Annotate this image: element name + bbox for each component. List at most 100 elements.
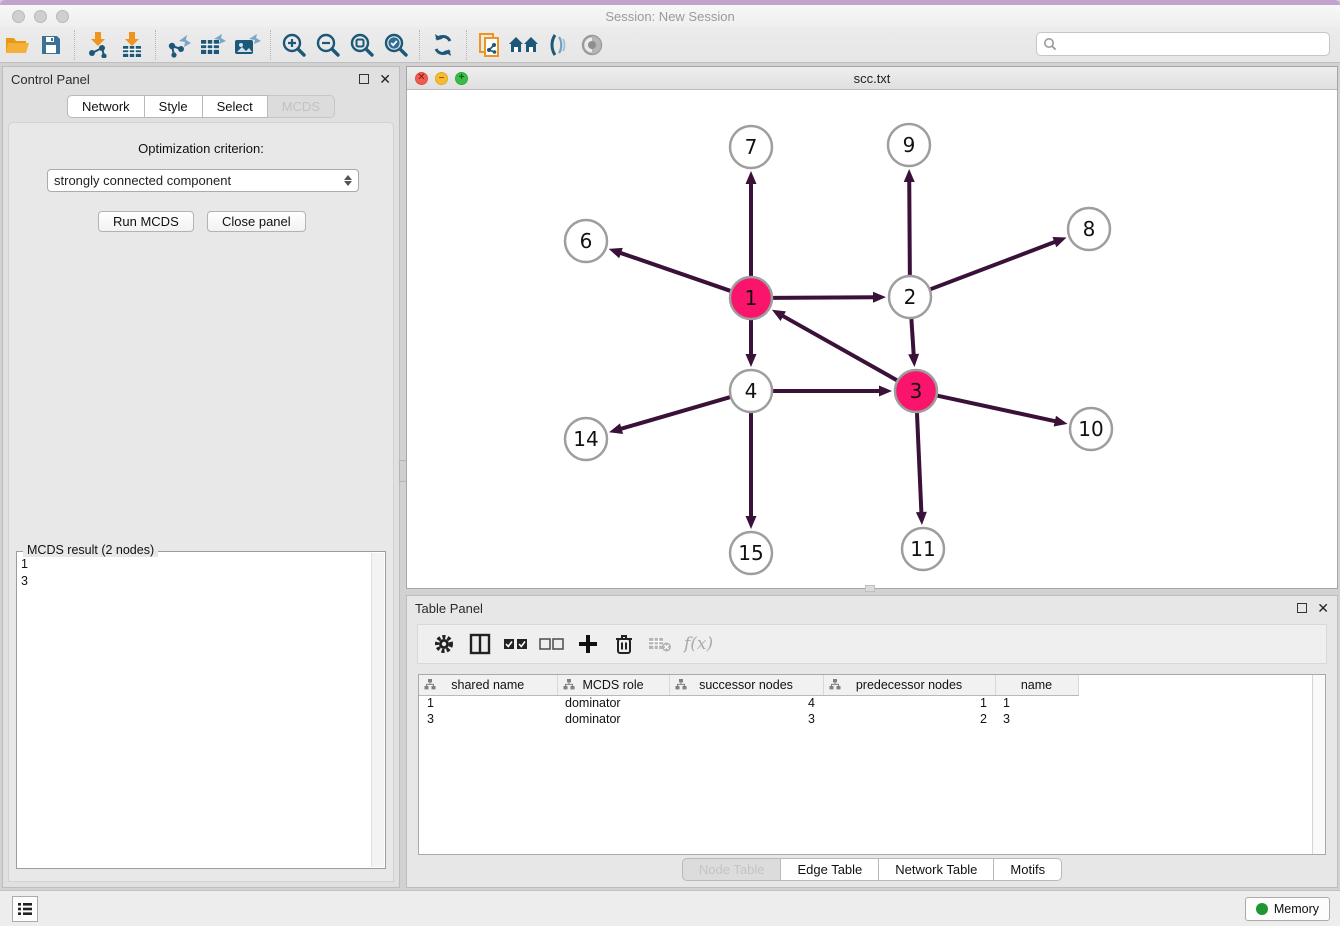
graph-node-8[interactable]: 8: [1068, 208, 1110, 250]
graph-node-7[interactable]: 7: [730, 126, 772, 168]
search-icon: [1043, 37, 1057, 51]
tab-network-table[interactable]: Network Table: [879, 858, 994, 881]
graph-edge-3-1[interactable]: [781, 315, 896, 380]
search-input[interactable]: [1057, 34, 1329, 54]
table-cell[interactable]: 3: [995, 711, 1078, 727]
tab-edge-table[interactable]: Edge Table: [781, 858, 879, 881]
table-cell[interactable]: dominator: [557, 695, 669, 711]
graph-node-9[interactable]: 9: [888, 124, 930, 166]
tab-motifs[interactable]: Motifs: [994, 858, 1062, 881]
delete-table-icon[interactable]: [642, 629, 678, 659]
graph-node-2[interactable]: 2: [889, 276, 931, 318]
search-field[interactable]: [1036, 32, 1330, 56]
graph-arrowhead: [873, 292, 886, 303]
graph-edge-1-6[interactable]: [619, 252, 730, 290]
export-network-icon[interactable]: [162, 30, 196, 60]
close-panel-button[interactable]: Close panel: [207, 211, 306, 232]
graph-node-15[interactable]: 15: [730, 532, 772, 574]
graph-arrowhead: [746, 354, 757, 367]
table-row[interactable]: 1dominator411: [419, 695, 1078, 711]
task-history-button[interactable]: [12, 896, 38, 922]
table-cell[interactable]: 2: [823, 711, 995, 727]
open-folder-icon[interactable]: [0, 30, 34, 60]
graph-node-11[interactable]: 11: [902, 528, 944, 570]
graph-node-6[interactable]: 6: [565, 220, 607, 262]
table-cell[interactable]: 1: [419, 695, 557, 711]
table-cell[interactable]: 3: [669, 711, 823, 727]
criterion-dropdown[interactable]: strongly connected component: [47, 169, 359, 192]
eye-icon[interactable]: [575, 30, 609, 60]
delete-icon[interactable]: [606, 629, 642, 659]
graph-node-14[interactable]: 14: [565, 418, 607, 460]
table-scrollbar[interactable]: [1312, 675, 1325, 854]
toolbar-separator: [74, 30, 75, 60]
tab-network[interactable]: Network: [67, 95, 145, 118]
main-toolbar: [0, 27, 1340, 63]
close-panel-icon[interactable]: ✕: [1317, 601, 1329, 615]
zoom-out-icon[interactable]: [311, 30, 345, 60]
float-panel-icon[interactable]: [1297, 603, 1307, 613]
refresh-icon[interactable]: [426, 30, 460, 60]
graph-arrowhead: [746, 516, 757, 529]
column-header-MCDS-role[interactable]: MCDS role: [557, 675, 669, 695]
import-network-icon[interactable]: [81, 30, 115, 60]
splitter-handle[interactable]: [865, 585, 875, 592]
table-toolbar: f(x): [417, 624, 1327, 664]
table-cell[interactable]: 3: [419, 711, 557, 727]
network-window-titlebar[interactable]: ✕ – + scc.txt: [407, 67, 1337, 90]
graph-node-4[interactable]: 4: [730, 370, 772, 412]
graph-arrowhead: [609, 248, 623, 258]
network-file-icon[interactable]: [473, 30, 507, 60]
column-header-successor-nodes[interactable]: successor nodes: [669, 675, 823, 695]
graph-node-3[interactable]: 3: [895, 370, 937, 412]
column-header-predecessor-nodes[interactable]: predecessor nodes: [823, 675, 995, 695]
tab-node-table[interactable]: Node Table: [682, 858, 782, 881]
tab-select[interactable]: Select: [203, 95, 268, 118]
zoom-selected-icon[interactable]: [379, 30, 413, 60]
svg-text:6: 6: [580, 229, 593, 253]
table-cell[interactable]: 1: [995, 695, 1078, 711]
table-cell[interactable]: dominator: [557, 711, 669, 727]
network-canvas[interactable]: 1 2 3 4 6 7 8 9 10 11 14 15: [407, 90, 1337, 588]
graph-node-1[interactable]: 1: [730, 277, 772, 319]
graph-edge-3-10[interactable]: [937, 396, 1056, 422]
add-icon[interactable]: [570, 629, 606, 659]
export-table-icon[interactable]: [196, 30, 230, 60]
result-scrollbar[interactable]: [371, 553, 384, 867]
mcds-result-text[interactable]: 1 3: [21, 556, 369, 866]
tab-mcds[interactable]: MCDS: [268, 95, 335, 118]
svg-text:10: 10: [1078, 417, 1103, 441]
gear-icon[interactable]: [426, 629, 462, 659]
table-row[interactable]: 3dominator323: [419, 711, 1078, 727]
hierarchy-icon: [563, 679, 575, 693]
zoom-fit-icon[interactable]: [345, 30, 379, 60]
select-all-icon[interactable]: [498, 629, 534, 659]
graph-edge-3-11[interactable]: [917, 413, 921, 514]
graph-edge-1-2[interactable]: [773, 297, 875, 298]
columns-icon[interactable]: [462, 629, 498, 659]
run-mcds-button[interactable]: Run MCDS: [98, 211, 194, 232]
table-cell[interactable]: 1: [823, 695, 995, 711]
graph-edge-2-3[interactable]: [911, 319, 913, 356]
graph-edge-4-14[interactable]: [620, 397, 730, 429]
column-header-shared-name[interactable]: shared name: [419, 675, 557, 695]
table-cell[interactable]: 4: [669, 695, 823, 711]
graph-edge-2-9[interactable]: [909, 180, 910, 275]
graph-edge-2-8[interactable]: [931, 241, 1057, 289]
home-icon[interactable]: [507, 30, 541, 60]
tab-style[interactable]: Style: [145, 95, 203, 118]
deselect-all-icon[interactable]: [534, 629, 570, 659]
eye-slash-icon[interactable]: [541, 30, 575, 60]
float-panel-icon[interactable]: [359, 74, 369, 84]
export-image-icon[interactable]: [230, 30, 264, 60]
import-table-icon[interactable]: [115, 30, 149, 60]
memory-button[interactable]: Memory: [1245, 897, 1330, 921]
zoom-in-icon[interactable]: [277, 30, 311, 60]
close-panel-icon[interactable]: ✕: [379, 72, 391, 86]
column-header-name[interactable]: name: [995, 675, 1078, 695]
graph-node-10[interactable]: 10: [1070, 408, 1112, 450]
svg-text:7: 7: [745, 135, 758, 159]
save-icon[interactable]: [34, 30, 68, 60]
table-panel-header: Table Panel ✕: [407, 596, 1337, 620]
function-builder-icon[interactable]: f(x): [684, 634, 713, 654]
